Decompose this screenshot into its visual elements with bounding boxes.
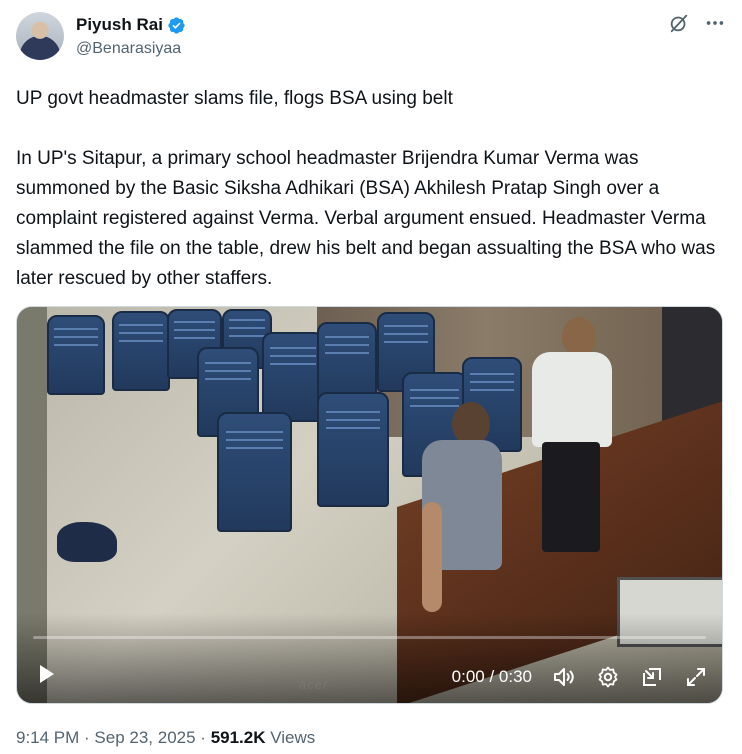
header-actions — [668, 12, 726, 34]
person-headmaster — [412, 402, 502, 612]
pip-icon[interactable] — [640, 665, 664, 689]
controls-overlay — [17, 613, 722, 703]
tweet-date[interactable]: Sep 23, 2025 — [94, 728, 195, 747]
volume-icon[interactable] — [552, 665, 576, 689]
play-button[interactable] — [33, 663, 59, 689]
views-label: Views — [265, 728, 316, 747]
tweet-body: In UP's Sitapur, a primary school headma… — [16, 148, 721, 289]
name-row: Piyush Rai — [76, 14, 186, 36]
person-bsa — [517, 317, 617, 557]
progress-bar[interactable] — [33, 636, 706, 639]
chair — [112, 311, 170, 391]
video-time: 0:00 / 0:30 — [451, 667, 532, 686]
settings-icon[interactable] — [596, 665, 620, 689]
views-count: 591.2K — [210, 728, 266, 747]
video-controls: 0:00 / 0:30 — [452, 665, 708, 689]
avatar[interactable] — [16, 12, 64, 60]
tweet-time[interactable]: 9:14 PM — [16, 728, 79, 747]
chair — [317, 392, 389, 507]
grok-icon[interactable] — [668, 12, 690, 34]
chair — [217, 412, 292, 532]
chair — [262, 332, 324, 422]
fullscreen-icon[interactable] — [684, 665, 708, 689]
tweet-meta: 9:14 PM · Sep 23, 2025 · 591.2K Views — [16, 727, 315, 749]
video-player[interactable]: acer 0:00 / 0:30 — [16, 306, 723, 704]
meta-separator: · — [79, 728, 95, 747]
verified-badge-icon[interactable] — [167, 16, 186, 35]
meta-separator: · — [195, 728, 211, 747]
tweet-header: Piyush Rai @Benarasiyaa — [16, 12, 726, 64]
more-icon[interactable] — [704, 12, 726, 34]
tweet-headline: UP govt headmaster slams file, flogs BSA… — [16, 88, 453, 109]
tweet-text: UP govt headmaster slams file, flogs BSA… — [16, 84, 716, 294]
bag — [57, 522, 117, 562]
user-handle[interactable]: @Benarasiyaa — [76, 39, 181, 59]
chair — [47, 315, 105, 395]
display-name[interactable]: Piyush Rai — [76, 14, 163, 36]
play-icon — [34, 662, 58, 691]
